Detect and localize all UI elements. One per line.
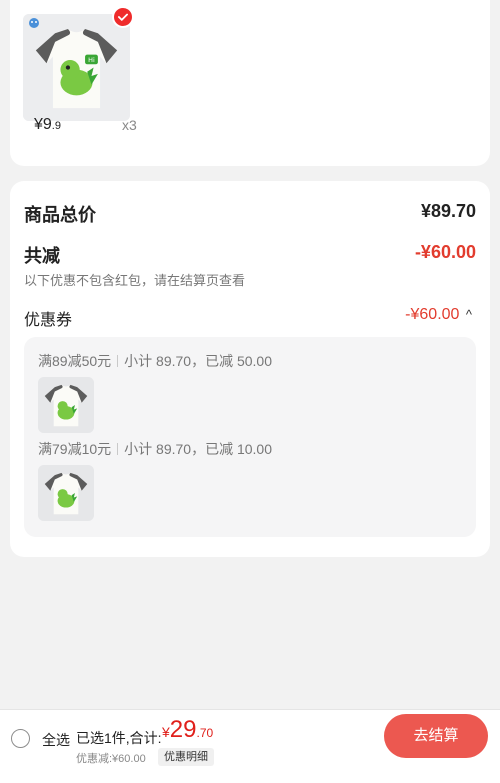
discount-label: 共减 [24,246,60,266]
coupon-rule: 满79减10元 [38,441,112,457]
select-all-label[interactable]: 全选 [42,730,70,750]
coupon-detail: 小计 89.70，已减 10.00 [124,441,273,457]
checkout-bar: 全选 已选1件,合计: ¥29.70 优惠减:¥60.00 优惠明细 去结算 [0,709,500,783]
coupon-rule: 满89减50元 [38,353,112,369]
chevron-up-icon: ^ [465,307,472,322]
divider [117,355,119,367]
coupon-product-image [38,465,94,521]
discount-value: -¥60.00 [414,242,476,262]
item-price-dec: .9 [51,120,61,132]
coupon-product-image [38,377,94,433]
coupon-row: 满89减50元 小计 89.70，已减 50.00 [38,351,272,371]
total-dec: .70 [196,726,214,740]
tshirt-dino-image [38,465,94,521]
select-all-radio[interactable] [11,729,30,748]
product-image[interactable]: Hi [23,14,130,121]
svg-text:Hi: Hi [88,56,95,64]
brand-logo-icon [27,17,41,29]
item-quantity: x3 [122,117,137,133]
total-price: ¥29.70 [162,716,213,744]
item-price-int: ¥9 [34,116,52,133]
checkout-button[interactable]: 去结算 [384,714,488,758]
item-price: ¥9.9 [34,116,61,134]
tshirt-dino-image: Hi [23,14,130,121]
discount-detail-button[interactable]: 优惠明细 [158,748,214,766]
discount-note: 以下优惠不包含红包，请在结算页查看 [24,273,246,288]
coupon-detail: 小计 89.70，已减 50.00 [124,353,273,369]
item-checked-icon[interactable] [112,6,134,28]
coupon-toggle[interactable]: -¥60.00 ^ [405,306,472,324]
coupon-label: 优惠券 [24,312,73,329]
discount-summary: 优惠减:¥60.00 [76,753,146,765]
tshirt-dino-image [38,377,94,433]
coupon-row: 满79减10元 小计 89.70，已减 10.00 [38,439,272,459]
total-label: 已选1件,合计: [76,730,162,746]
subtotal-label: 商品总价 [24,205,96,225]
product-card: Hi ¥9.9 x3 [10,0,490,166]
price-summary-card: 商品总价 ¥89.70 共减 -¥60.00 以下优惠不包含红包，请在结算页查看… [10,181,490,557]
coupon-value: -¥60.00 [405,306,460,323]
divider [117,443,119,455]
total-currency: ¥ [162,724,170,740]
coupon-list: 满89减50元 小计 89.70，已减 50.00 满79减10元 小计 89.70… [24,337,476,537]
total-int: 29 [169,716,197,743]
subtotal-value: ¥89.70 [420,201,476,221]
